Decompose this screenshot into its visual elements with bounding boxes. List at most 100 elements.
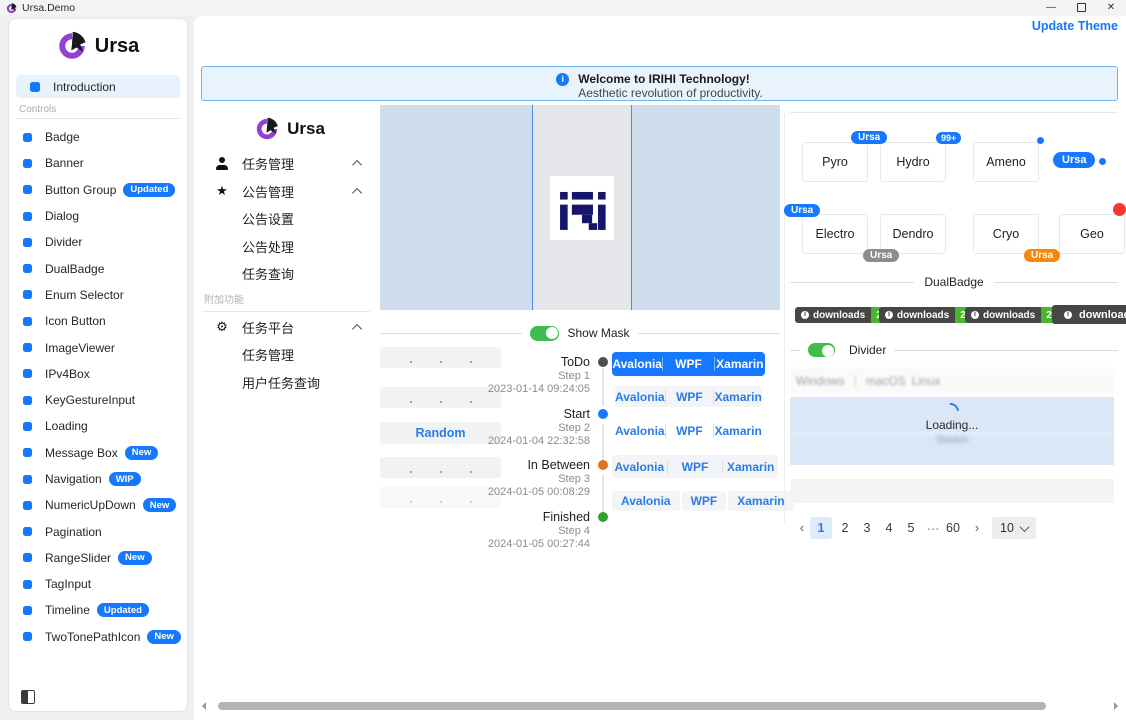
page-5-button[interactable]: 5	[900, 517, 922, 539]
sidebar-item-numericupdown[interactable]: NumericUpDownNew	[9, 492, 187, 518]
minimize-button[interactable]: —	[1036, 0, 1066, 16]
horizontal-scrollbar-thumb[interactable]	[218, 702, 1046, 710]
page-next-button[interactable]: ›	[970, 517, 984, 539]
bullet-icon	[23, 317, 32, 326]
page-size-select[interactable]: 10	[992, 517, 1036, 539]
sidebar-item-message-box[interactable]: Message BoxNew	[9, 440, 187, 466]
wpf-button[interactable]: WPF	[665, 424, 714, 438]
page-1-button[interactable]: 1	[810, 517, 832, 539]
ursa-standalone-badge: Ursa	[1053, 152, 1095, 168]
divider-toggle[interactable]	[808, 343, 835, 357]
badge-cell-cryo: Cryo	[973, 214, 1039, 254]
sidebar-item-icon-button[interactable]: Icon Button	[9, 308, 187, 334]
app-logo-icon	[6, 3, 17, 14]
sidebar-item-enum-selector[interactable]: Enum Selector	[9, 282, 187, 308]
sidebar-item-pagination[interactable]: Pagination	[9, 518, 187, 544]
show-mask-toggle[interactable]	[530, 326, 559, 341]
bullet-icon	[23, 422, 32, 431]
timeline-entry: ToDo Step 1 2023-01-14 09:24:05	[380, 354, 590, 396]
sidebar-item-button-group[interactable]: Button GroupUpdated	[9, 177, 187, 203]
avalonia-button[interactable]: Avalonia	[612, 491, 680, 511]
sidebar-item-rangeslider[interactable]: RangeSliderNew	[9, 545, 187, 571]
image-viewer[interactable]	[380, 105, 780, 310]
menu-item-announcement-management[interactable]: ★ 公告管理	[200, 178, 380, 206]
scroll-left-arrow[interactable]	[202, 702, 206, 710]
wpf-button[interactable]: WPF	[667, 460, 723, 474]
sidebar-item-ipv4box[interactable]: IPv4Box	[9, 361, 187, 387]
show-mask-row: Show Mask	[380, 324, 780, 342]
inner-nav-menu: Ursa 任务管理 ★ 公告管理 公告设置 公告处理 任务查询 附加功能 ⚙ 任…	[200, 108, 380, 396]
menu-subitem-task-management[interactable]: 任务管理	[200, 341, 380, 369]
close-button[interactable]: ✕	[1096, 0, 1126, 16]
collapse-sidebar-icon[interactable]	[21, 690, 35, 704]
xamarin-button[interactable]: Xamarin	[713, 424, 762, 438]
timeline-entry: Start Step 2 2024-01-04 22:32:58	[380, 406, 590, 448]
page-3-button[interactable]: 3	[856, 517, 878, 539]
banner-subtitle: Aesthetic revolution of productivity.	[578, 86, 763, 100]
wpf-button[interactable]: WPF	[665, 390, 714, 404]
sidebar-item-dualbadge[interactable]: DualBadge	[9, 255, 187, 281]
tab-windows: Windows	[796, 374, 845, 388]
sidebar-item-badge[interactable]: Badge	[9, 124, 187, 150]
bullet-icon	[23, 159, 32, 168]
chevron-down-icon	[1020, 522, 1030, 532]
status-badge: Updated	[97, 603, 149, 617]
sidebar-item-keygestureinput[interactable]: KeyGestureInput	[9, 387, 187, 413]
chevron-up-icon[interactable]	[352, 188, 362, 198]
timeline-dot-start	[598, 409, 608, 419]
badge-cell-ameno: Ameno	[973, 142, 1039, 182]
xamarin-button[interactable]: Xamarin	[713, 390, 762, 404]
page-prev-button[interactable]: ‹	[795, 517, 809, 539]
status-badge: Updated	[123, 183, 175, 197]
avalonia-button[interactable]: Avalonia	[615, 390, 665, 404]
divider-line	[790, 282, 914, 283]
update-theme-button[interactable]: Update Theme	[1032, 19, 1118, 33]
status-badge: New	[143, 498, 177, 512]
sidebar-item-loading[interactable]: Loading	[9, 413, 187, 439]
page-2-button[interactable]: 2	[834, 517, 856, 539]
avalonia-button[interactable]: Avalonia	[615, 424, 665, 438]
badge-cell-hydro: Hydro	[880, 142, 946, 182]
menu-logo-text: Ursa	[287, 119, 325, 139]
sidebar-item-banner[interactable]: Banner	[9, 150, 187, 176]
wpf-button[interactable]: WPF	[682, 491, 727, 511]
main-content: Update Theme i Welcome to IRIHI Technolo…	[194, 16, 1126, 720]
divider-label: Divider	[849, 343, 886, 357]
status-badge: New	[147, 630, 181, 644]
page-60-button[interactable]: 60	[942, 517, 964, 539]
sidebar-item-dialog[interactable]: Dialog	[9, 203, 187, 229]
wpf-button[interactable]: WPF	[662, 357, 713, 371]
placeholder-bar	[790, 479, 1114, 503]
avalonia-button[interactable]: Avalonia	[612, 460, 667, 474]
page-4-button[interactable]: 4	[878, 517, 900, 539]
sidebar-item-timeline[interactable]: TimelineUpdated	[9, 597, 187, 623]
avalonia-button[interactable]: Avalonia	[612, 357, 662, 371]
sidebar-item-introduction[interactable]: Introduction	[16, 75, 180, 98]
menu-section-label: 附加功能	[202, 291, 370, 312]
menu-subitem-announcement-settings[interactable]: 公告设置	[200, 205, 380, 233]
menu-subitem-task-query[interactable]: 任务查询	[200, 260, 380, 288]
sidebar-item-imageviewer[interactable]: ImageViewer	[9, 334, 187, 360]
menu-subitem-announcement-processing[interactable]: 公告处理	[200, 233, 380, 261]
menu-item-task-platform[interactable]: ⚙ 任务平台	[200, 314, 380, 342]
menu-subitem-user-task-query[interactable]: 用户任务查询	[200, 369, 380, 397]
status-badge: New	[125, 446, 159, 460]
sidebar-item-taginput[interactable]: TagInput	[9, 571, 187, 597]
ursa-logo-icon	[57, 31, 87, 61]
menu-item-task-management[interactable]: 任务管理	[200, 150, 380, 178]
sidebar-item-navigation[interactable]: NavigationWIP	[9, 466, 187, 492]
chevron-up-icon[interactable]	[352, 160, 362, 170]
xamarin-button[interactable]: Xamarin	[722, 460, 778, 474]
timeline-connector	[602, 424, 604, 462]
divider-line	[784, 112, 785, 524]
sidebar-item-divider[interactable]: Divider	[9, 229, 187, 255]
sidebar-item-twotonepathicon[interactable]: TwoTonePathIconNew	[9, 624, 187, 650]
info-icon: i	[971, 311, 979, 319]
info-icon: i	[556, 73, 569, 86]
maximize-button[interactable]	[1066, 0, 1096, 16]
bullet-icon	[23, 527, 32, 536]
scroll-right-arrow[interactable]	[1114, 702, 1118, 710]
titlebar: Ursa.Demo — ✕	[0, 0, 1126, 16]
chevron-up-icon[interactable]	[352, 324, 362, 334]
xamarin-button[interactable]: Xamarin	[714, 357, 765, 371]
